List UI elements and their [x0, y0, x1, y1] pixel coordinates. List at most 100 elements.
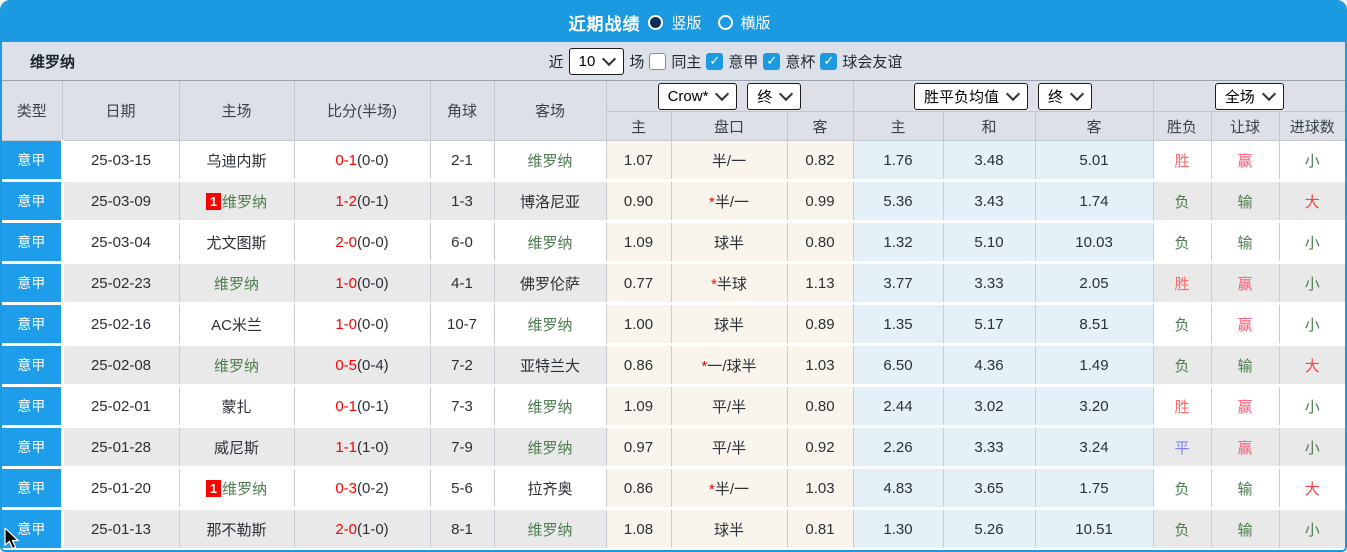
handicap-line-cell: *半/一 [671, 467, 788, 510]
away-team-cell[interactable]: 维罗纳 [494, 221, 607, 264]
handicap-time-value: 终 [757, 88, 773, 106]
same-home-label[interactable]: 同主 [671, 51, 701, 72]
away-team-cell[interactable]: 维罗纳 [494, 140, 607, 182]
avg-draw-odds-cell: 3.33 [943, 426, 1036, 469]
handicap-line-cell: *半球 [671, 262, 788, 305]
table-row: 意甲 25-02-16 AC米兰 1-0(0-0) 10-7 维罗纳 1.00 … [2, 303, 1345, 346]
same-home-checkbox[interactable] [649, 52, 667, 70]
league-cell: 意甲 [2, 467, 64, 510]
avg-home-odds-cell: 6.50 [853, 344, 944, 387]
away-team-cell[interactable]: 维罗纳 [494, 426, 607, 469]
away-team-cell[interactable]: 维罗纳 [494, 303, 607, 346]
home-team-cell[interactable]: 维罗纳 [179, 262, 295, 305]
vertical-layout-label[interactable]: 竖版 [671, 12, 701, 33]
avg-home-odds-cell: 1.30 [853, 508, 944, 550]
handicap-home-odds-cell: 1.08 [606, 508, 672, 550]
goals-cell: 小 [1279, 426, 1345, 469]
away-team-cell[interactable]: 亚特兰大 [494, 344, 607, 387]
chevron-down-icon [779, 86, 794, 102]
away-team-cell[interactable]: 拉齐奥 [494, 467, 607, 510]
title-bar: 近期战绩 竖版 横版 [2, 2, 1345, 42]
sub-header-avg-away: 客 [1035, 111, 1154, 141]
handicap-away-odds-cell: 1.03 [787, 467, 854, 510]
sub-header-handicap-result: 让球 [1211, 111, 1280, 141]
fulltime-select[interactable]: 全场 [1214, 82, 1284, 110]
avg-home-odds-cell: 2.44 [853, 385, 944, 428]
handicap-result-cell: 赢 [1211, 140, 1280, 182]
home-team-cell[interactable]: 1 维罗纳 [179, 467, 295, 510]
score-cell: 1-0(0-0) [294, 262, 431, 305]
italy-cup-checkbox[interactable]: ✓ [763, 52, 781, 70]
handicap-line-cell: 球半 [671, 221, 788, 264]
home-team-cell[interactable]: 威尼斯 [179, 426, 295, 469]
avg-home-odds-cell: 2.26 [853, 426, 944, 469]
match-count-value: 10 [578, 52, 596, 70]
date-cell: 25-03-15 [62, 140, 180, 182]
goals-cell: 小 [1279, 508, 1345, 550]
home-team-cell[interactable]: 1 维罗纳 [179, 180, 295, 223]
avg-home-odds-cell: 3.77 [853, 262, 944, 305]
handicap-home-odds-cell: 0.97 [606, 426, 672, 469]
club-friendly-checkbox[interactable]: ✓ [820, 52, 838, 70]
sub-header-hc-line: 盘口 [671, 111, 788, 141]
home-team-cell[interactable]: 那不勒斯 [179, 508, 295, 550]
table-row: 意甲 25-03-15 乌迪内斯 0-1(0-0) 2-1 维罗纳 1.07 半… [2, 140, 1345, 182]
corner-cell: 7-3 [430, 385, 495, 428]
col-header-score: 比分(半场) [294, 81, 431, 141]
handicap-time-select[interactable]: 终 [747, 82, 802, 110]
date-cell: 25-03-09 [62, 180, 180, 223]
serie-a-label[interactable]: 意甲 [728, 51, 758, 72]
col-header-corner: 角球 [430, 81, 495, 141]
corner-cell: 2-1 [430, 140, 495, 182]
home-team-cell[interactable]: 蒙扎 [179, 385, 295, 428]
avg-draw-odds-cell: 3.48 [943, 140, 1036, 182]
handicap-home-odds-cell: 1.07 [606, 140, 672, 182]
result-cell: 负 [1153, 508, 1212, 550]
club-friendly-label[interactable]: 球会友谊 [842, 51, 902, 72]
corner-cell: 10-7 [430, 303, 495, 346]
home-team-cell[interactable]: AC米兰 [179, 303, 295, 346]
avg-draw-odds-cell: 5.10 [943, 221, 1036, 264]
avg-away-odds-cell: 1.75 [1035, 467, 1154, 510]
date-cell: 25-01-20 [62, 467, 180, 510]
result-cell: 负 [1153, 467, 1212, 510]
games-label: 场 [629, 53, 645, 71]
corner-cell: 7-9 [430, 426, 495, 469]
handicap-home-odds-cell: 0.86 [606, 344, 672, 387]
away-team-cell[interactable]: 佛罗伦萨 [494, 262, 607, 305]
goals-cell: 大 [1279, 180, 1345, 223]
corner-cell: 7-2 [430, 344, 495, 387]
handicap-result-cell: 输 [1211, 180, 1280, 223]
league-cell: 意甲 [2, 344, 64, 387]
handicap-home-odds-cell: 0.86 [606, 467, 672, 510]
chevron-down-icon [1261, 86, 1276, 102]
handicap-away-odds-cell: 0.82 [787, 140, 854, 182]
away-team-cell[interactable]: 维罗纳 [494, 385, 607, 428]
handicap-home-odds-cell: 1.09 [606, 385, 672, 428]
col-header-type: 类型 [2, 81, 63, 141]
home-team-cell[interactable]: 乌迪内斯 [179, 140, 295, 182]
goals-cell: 大 [1279, 467, 1345, 510]
avg-away-odds-cell: 3.20 [1035, 385, 1154, 428]
away-team-cell[interactable]: 维罗纳 [494, 508, 607, 550]
table-row: 意甲 25-01-20 1 维罗纳 0-3(0-2) 5-6 拉齐奥 0.86 *… [2, 467, 1345, 510]
avg-odds-select[interactable]: 胜平负均值 [914, 82, 1029, 110]
vertical-layout-radio[interactable] [648, 14, 664, 30]
italy-cup-label[interactable]: 意杯 [785, 51, 815, 72]
bookmaker-select[interactable]: Crow* [657, 82, 738, 110]
horizontal-layout-radio[interactable] [717, 14, 733, 30]
date-cell: 25-01-28 [62, 426, 180, 469]
league-cell: 意甲 [2, 426, 64, 469]
avg-time-value: 终 [1048, 88, 1064, 106]
corner-cell: 4-1 [430, 262, 495, 305]
avg-away-odds-cell: 3.24 [1035, 426, 1154, 469]
handicap-away-odds-cell: 0.92 [787, 426, 854, 469]
home-team-cell[interactable]: 尤文图斯 [179, 221, 295, 264]
avg-time-select[interactable]: 终 [1038, 82, 1093, 110]
home-team-cell[interactable]: 维罗纳 [179, 344, 295, 387]
avg-away-odds-cell: 8.51 [1035, 303, 1154, 346]
horizontal-layout-label[interactable]: 横版 [741, 12, 771, 33]
serie-a-checkbox[interactable]: ✓ [706, 52, 724, 70]
match-count-select[interactable]: 10 [568, 47, 625, 75]
away-team-cell[interactable]: 博洛尼亚 [494, 180, 607, 223]
